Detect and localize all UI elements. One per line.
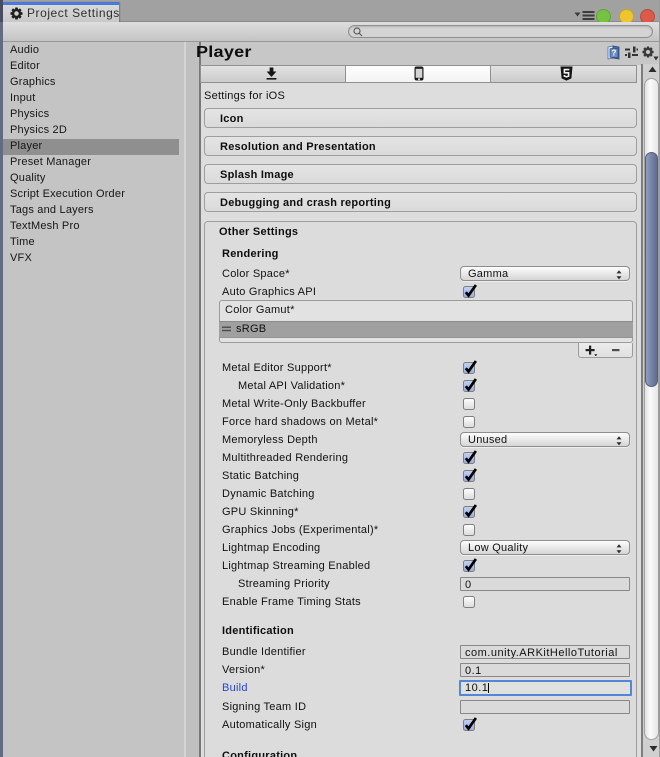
svg-text:?: ? (612, 49, 617, 58)
